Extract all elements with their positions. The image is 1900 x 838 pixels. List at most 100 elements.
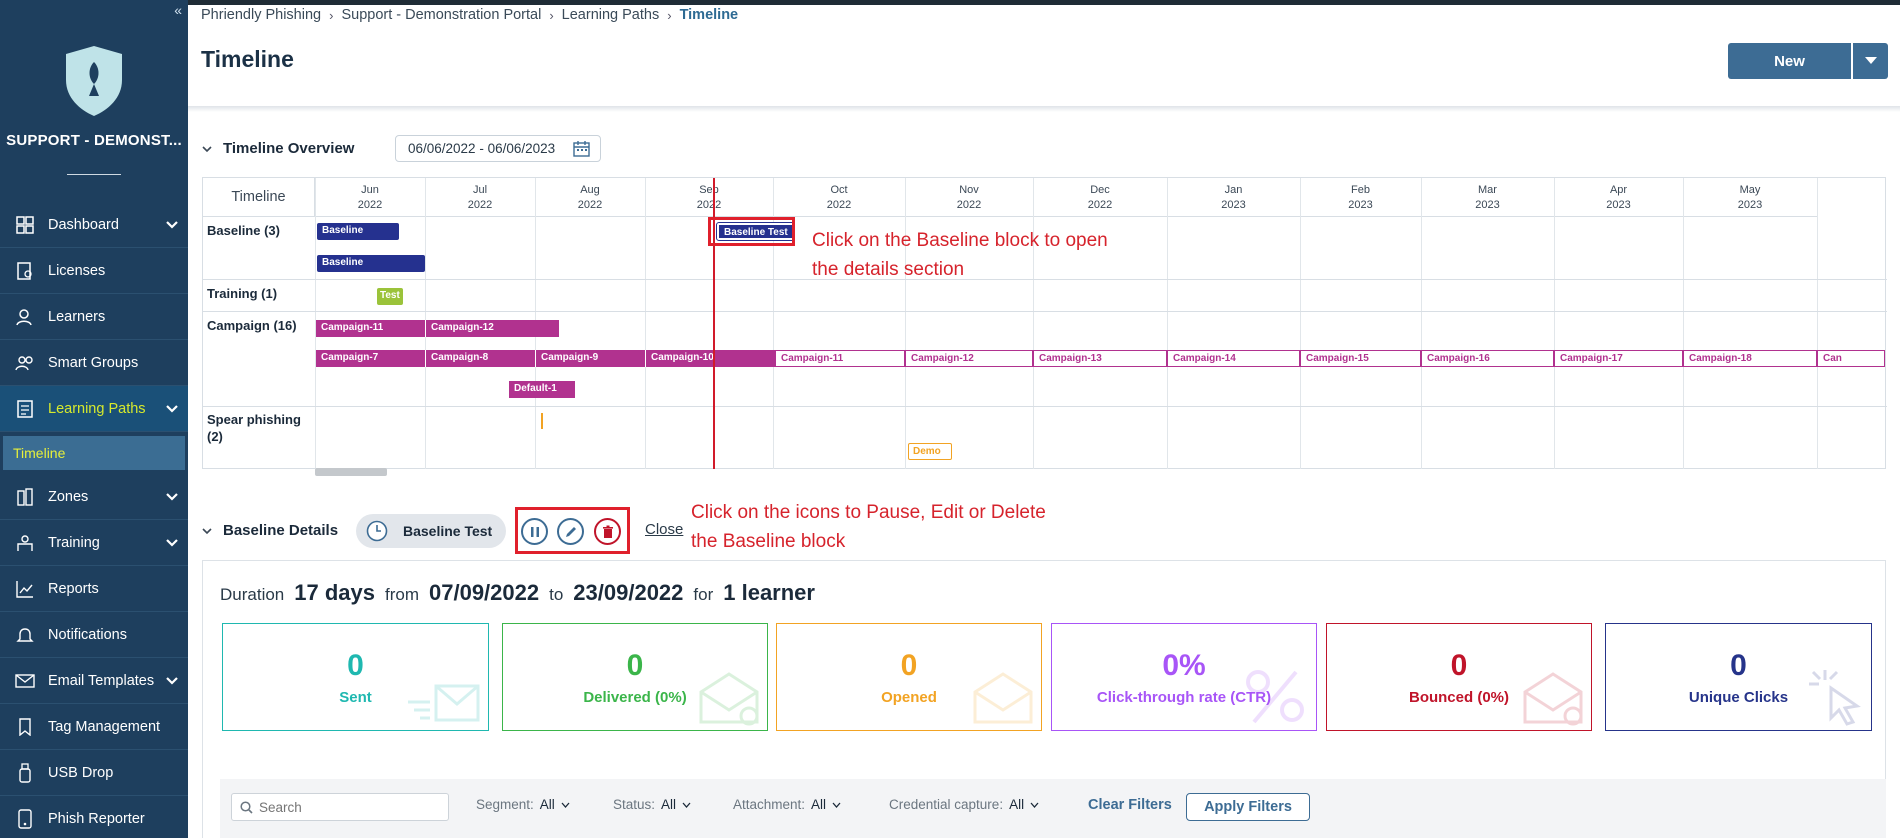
collapse-sidebar-icon[interactable]: « [174,2,182,18]
stat-card-opened: 0 Opened [776,623,1042,731]
timeline-block-campaign[interactable]: Campaign-11 [316,320,425,337]
segment-filter[interactable]: Segment: All [476,797,570,812]
timeline-block-campaign[interactable]: Campaign-13 [1033,350,1167,367]
sidebar-item-email-templates[interactable]: Email Templates [0,658,188,704]
timeline-block-campaign[interactable]: Campaign-17 [1554,350,1683,367]
annotation-text: Click on the Baseline block to open the … [812,230,1108,280]
grid-line [1421,178,1422,469]
sent-mail-icon [408,684,480,722]
sidebar-subitem-timeline[interactable]: Timeline [3,436,185,470]
timeline-block-campaign[interactable]: Default-1 [509,381,575,398]
sidebar-item-zones[interactable]: Zones [0,474,188,520]
chevron-down-icon[interactable] [164,673,180,689]
opened-mail-icon [973,672,1033,724]
search-field[interactable] [231,793,449,821]
timeline-block-campaign[interactable]: Campaign-10 [645,350,775,367]
timeline-block-baseline[interactable]: Baseline [317,223,399,240]
sidebar-item-training[interactable]: Training [0,520,188,566]
smart-groups-icon [14,352,36,374]
from-label: from [385,585,419,604]
breadcrumb-link[interactable]: Learning Paths [562,7,660,23]
chevron-right-icon: › [329,7,334,23]
close-link[interactable]: Close [645,521,683,538]
license-icon [14,260,36,282]
chevron-down-icon[interactable] [164,401,180,417]
chevron-down-icon[interactable] [164,489,180,505]
date-range-picker[interactable]: 06/06/2022 - 06/06/2023 [395,135,601,162]
timeline-block-training[interactable]: Test [377,288,403,305]
sidebar-item-learners[interactable]: Learners [0,294,188,340]
caret-down-icon [1864,57,1877,64]
sidebar-item-smart-groups[interactable]: Smart Groups [0,340,188,386]
stat-card-ctr: 0% Click-through rate (CTR) [1051,623,1317,731]
bounced-mail-icon [1523,672,1583,726]
timeline-block-spear-phishing[interactable]: Demo [908,443,952,460]
sidebar-item-label: Training [48,534,100,551]
chevron-down-icon[interactable] [164,535,180,551]
duration-summary: Duration 17 days from 07/09/2022 to 23/0… [220,580,815,606]
attachment-filter[interactable]: Attachment: All [733,797,841,812]
sidebar-item-dashboard[interactable]: Dashboard [0,202,188,248]
sidebar-nav: Dashboard Licenses Learners Smart Groups… [0,202,188,838]
sidebar-item-learning-paths[interactable]: Learning Paths [0,386,188,432]
timeline-block-campaign[interactable]: Campaign-8 [425,350,535,367]
sidebar-item-phish-reporter[interactable]: Phish Reporter [0,796,188,838]
row-divider [203,406,1887,407]
sidebar-item-label: Dashboard [48,216,119,233]
row-divider [203,311,1887,312]
timeline-block-campaign[interactable]: Campaign-9 [535,350,645,367]
timeline-block-baseline[interactable]: Baseline [317,255,425,272]
filter-label: Attachment: [733,797,806,812]
month-header: Nov 2022 [905,178,1033,217]
section-title: Baseline Details [223,522,339,539]
sidebar-item-label: Tag Management [48,718,161,735]
chevron-down-icon[interactable] [164,217,180,233]
timeline-overview-header[interactable]: Timeline Overview [201,140,354,157]
timeline-block-campaign[interactable]: Campaign-12 [425,320,559,337]
baseline-name-pill: Baseline Test [356,514,506,548]
chevron-right-icon: › [667,7,672,23]
status-filter[interactable]: Status: All [613,797,691,812]
month-header: Jan 2023 [1167,178,1300,217]
breadcrumb-link[interactable]: Phriendly Phishing [201,7,321,23]
stat-card-sent: 0 Sent [222,623,489,731]
timeline-block-campaign[interactable]: Campaign-14 [1167,350,1300,367]
month-header: Dec 2022 [1033,178,1167,217]
filter-label: Status: [613,797,656,812]
timeline-block-campaign[interactable]: Campaign-15 [1300,350,1421,367]
search-input[interactable] [259,799,439,815]
clear-filters-button[interactable]: Clear Filters [1088,797,1172,813]
dashboard-icon [14,214,36,236]
apply-filters-button[interactable]: Apply Filters [1186,793,1310,821]
highlight-box [515,507,630,554]
sidebar-item-licenses[interactable]: Licenses [0,248,188,294]
filter-label: Credential capture: [889,797,1004,812]
credential-capture-filter[interactable]: Credential capture: All [889,797,1039,812]
timeline-block-campaign[interactable]: Campaign-11 [775,350,905,367]
timeline-block-campaign[interactable]: Can [1817,350,1885,367]
month-header: Jun 2022 [315,178,425,217]
grid-line [1300,178,1301,469]
section-title: Timeline Overview [223,140,355,157]
breadcrumb-link[interactable]: Support - Demonstration Portal [341,7,541,23]
horizontal-scrollbar[interactable] [315,468,387,476]
breadcrumb-current: Timeline [679,7,739,23]
grid-line [1033,178,1034,469]
timeline-block-campaign[interactable]: Campaign-16 [1421,350,1554,367]
new-button[interactable]: New [1728,43,1851,79]
timeline-block-campaign[interactable]: Campaign-18 [1683,350,1817,367]
new-dropdown-button[interactable] [1851,43,1888,79]
baseline-details-header[interactable]: Baseline Details [201,522,338,539]
sidebar-item-usb-drop[interactable]: USB Drop [0,750,188,796]
timeline-block-campaign[interactable]: Campaign-12 [905,350,1033,367]
sidebar-item-tag-management[interactable]: Tag Management [0,704,188,750]
timeline-block-campaign[interactable]: Campaign-7 [316,350,425,367]
header-divider [188,106,1900,112]
grid-line [905,178,906,469]
chevron-down-icon [561,802,570,808]
sidebar-item-notifications[interactable]: Notifications [0,612,188,658]
date-range-value: 06/06/2022 - 06/06/2023 [408,141,556,156]
highlight-box [708,217,795,246]
timeline-block-spear-phishing[interactable] [541,413,543,429]
sidebar-item-reports[interactable]: Reports [0,566,188,612]
